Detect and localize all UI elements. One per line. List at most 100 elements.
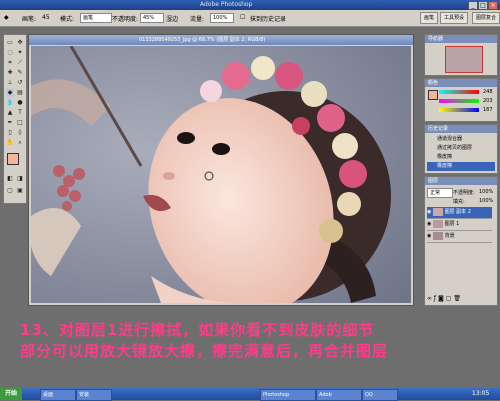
move-tool-icon[interactable]: ✥: [16, 39, 24, 47]
layer-opacity-value[interactable]: 100%: [479, 189, 493, 195]
layer-name: 背景: [444, 233, 455, 239]
eye-icon[interactable]: ◉: [427, 233, 431, 239]
zoom-tool-icon[interactable]: ⌕: [16, 139, 24, 147]
layer-row[interactable]: ◉ 背景: [427, 231, 492, 243]
foreground-color-swatch[interactable]: [7, 153, 19, 165]
brush-tool-icon[interactable]: ✎: [16, 69, 24, 77]
layer-row[interactable]: ◉ 图层 1: [427, 219, 492, 231]
opacity-field[interactable]: 45%: [140, 13, 164, 23]
navigator-thumbnail[interactable]: [445, 46, 483, 73]
eraser-tool-icon[interactable]: ◆: [4, 14, 9, 21]
crop-tool-icon[interactable]: ⌗: [6, 59, 14, 67]
layer-thumbnail: [432, 231, 443, 240]
taskbar-item[interactable]: 安装: [76, 389, 112, 401]
tab-brushes[interactable]: 画笔: [420, 12, 439, 24]
brush-label: 画笔:: [22, 16, 37, 23]
window-title: Adobe Photoshop: [200, 1, 253, 8]
green-slider[interactable]: [439, 99, 479, 103]
hand-tool-icon[interactable]: ✋: [6, 139, 14, 147]
navigator-title: 导航器: [425, 35, 497, 43]
quick-mask-icon[interactable]: ◧: [6, 175, 14, 183]
caption-line-2: 部分可以用放大镜放大擦，擦完满意后，再合并图层: [20, 342, 389, 360]
blue-slider[interactable]: [439, 108, 479, 112]
layers-title: 图层: [425, 177, 497, 185]
portrait-photo: [31, 46, 411, 303]
blue-value[interactable]: 187: [483, 107, 493, 113]
eye-icon[interactable]: ◉: [427, 209, 431, 215]
history-title: 历史记录: [425, 125, 497, 133]
taskbar-item[interactable]: 桌面: [40, 389, 76, 401]
path-selection-tool-icon[interactable]: ▲: [6, 109, 14, 117]
shape-tool-icon[interactable]: □: [16, 119, 24, 127]
color-panel: 颜色 248 203 187: [424, 78, 498, 122]
document-window: 0133288549253_jpg @ 66.7% (图层 副本 2, RGB/…: [28, 34, 414, 306]
tab-tool-presets[interactable]: 工具预设: [440, 12, 469, 24]
taskbar-clock: 13:05: [472, 390, 490, 397]
flow-field[interactable]: 100%: [210, 13, 234, 23]
link-icon[interactable]: ∞: [427, 295, 432, 302]
fullscreen-mode-icon[interactable]: ▣: [16, 187, 24, 195]
erase-history-checkbox[interactable]: ☐: [240, 14, 245, 21]
fill-label: 填充:: [453, 199, 465, 205]
taskbar-item[interactable]: Photoshop: [260, 389, 316, 401]
history-panel: 历史记录 通道混合器 通过拷贝的图层 橡皮擦 橡皮擦: [424, 124, 498, 174]
layer-thumbnail: [432, 207, 443, 216]
tab-layer-comps[interactable]: 图层复合: [472, 12, 500, 24]
eraser-tool-button-icon[interactable]: ◆: [6, 89, 14, 97]
stamp-tool-icon[interactable]: ⊥: [6, 79, 14, 87]
history-item[interactable]: 通过拷贝的图层: [437, 144, 472, 151]
marquee-tool-icon[interactable]: ▭: [6, 39, 14, 47]
image-canvas[interactable]: [31, 46, 411, 303]
red-slider[interactable]: [439, 90, 479, 94]
blur-tool-icon[interactable]: 💧: [6, 99, 14, 107]
tutorial-caption: 13、对图层1进行擦拭，如果你看不到皮肤的细节 部分可以用放大镜放大擦，擦完满意…: [20, 320, 490, 362]
green-value[interactable]: 203: [483, 98, 493, 104]
trash-icon[interactable]: 🗑: [453, 295, 461, 302]
pen-tool-icon[interactable]: ✒: [6, 119, 14, 127]
slice-tool-icon[interactable]: ⟋: [16, 59, 24, 67]
taskbar-item[interactable]: Adob: [316, 389, 362, 401]
start-button[interactable]: 开始: [0, 388, 22, 400]
magic-wand-tool-icon[interactable]: ✦: [16, 49, 24, 57]
toolbox: ▭ ✥ ◌ ✦ ⌗ ⟋ ✚ ✎ ⊥ ↺ ◆ ▤ 💧 ● ▲ T ✒ □ ▯ ⟠ …: [3, 34, 27, 204]
eyedropper-tool-icon[interactable]: ⟠: [16, 129, 24, 137]
color-title: 颜色: [425, 79, 497, 87]
notes-tool-icon[interactable]: ▯: [6, 129, 14, 137]
title-bar: Adobe Photoshop _ □ ×: [0, 0, 500, 10]
layer-style-icon[interactable]: ƒ: [434, 295, 436, 302]
fill-value[interactable]: 100%: [479, 198, 493, 204]
dodge-tool-icon[interactable]: ●: [16, 99, 24, 107]
healing-brush-tool-icon[interactable]: ✚: [6, 69, 14, 77]
history-brush-tool-icon[interactable]: ↺: [16, 79, 24, 87]
layer-opacity-label: 不透明度:: [453, 190, 475, 196]
mode-select[interactable]: 画笔: [80, 13, 112, 23]
maximize-button[interactable]: □: [478, 1, 488, 10]
wet-edges-label[interactable]: 湿边: [166, 14, 178, 23]
brush-size[interactable]: 45: [42, 14, 50, 21]
color-foreground-swatch[interactable]: [428, 90, 438, 100]
gradient-tool-icon[interactable]: ▤: [16, 89, 24, 97]
layer-name: 图层 副本 2: [444, 209, 471, 215]
document-title-bar: 0133288549253_jpg @ 66.7% (图层 副本 2, RGB/…: [29, 35, 413, 45]
layer-row-selected[interactable]: ◉ 图层 副本 2: [427, 207, 492, 219]
document-title: 0133288549253_jpg @ 66.7% (图层 副本 2, RGB/…: [139, 37, 266, 43]
history-item[interactable]: 橡皮擦: [437, 153, 452, 160]
history-item-selected[interactable]: 橡皮擦: [427, 162, 495, 171]
type-tool-icon[interactable]: T: [16, 109, 24, 117]
close-button[interactable]: ×: [488, 1, 498, 10]
blend-mode-select[interactable]: 正常: [427, 188, 453, 198]
layer-name: 图层 1: [444, 221, 460, 227]
lasso-tool-icon[interactable]: ◌: [6, 49, 14, 57]
flow-label: 流量:: [190, 16, 205, 23]
standard-mode-icon[interactable]: ◨: [16, 175, 24, 183]
red-value[interactable]: 248: [483, 89, 493, 95]
history-item[interactable]: 通道混合器: [437, 135, 462, 142]
screen-mode-icon[interactable]: ▢: [6, 187, 14, 195]
layer-buttons: ∞ ƒ ◙ ▢ 🗑: [427, 295, 461, 302]
new-layer-icon[interactable]: ▢: [446, 295, 452, 302]
mask-icon[interactable]: ◙: [438, 295, 444, 302]
caption-line-1: 13、对图层1进行擦拭，如果你看不到皮肤的细节: [20, 321, 375, 339]
taskbar-item[interactable]: QQ: [362, 389, 398, 401]
minimize-button[interactable]: _: [468, 1, 478, 10]
eye-icon[interactable]: ◉: [427, 221, 431, 227]
